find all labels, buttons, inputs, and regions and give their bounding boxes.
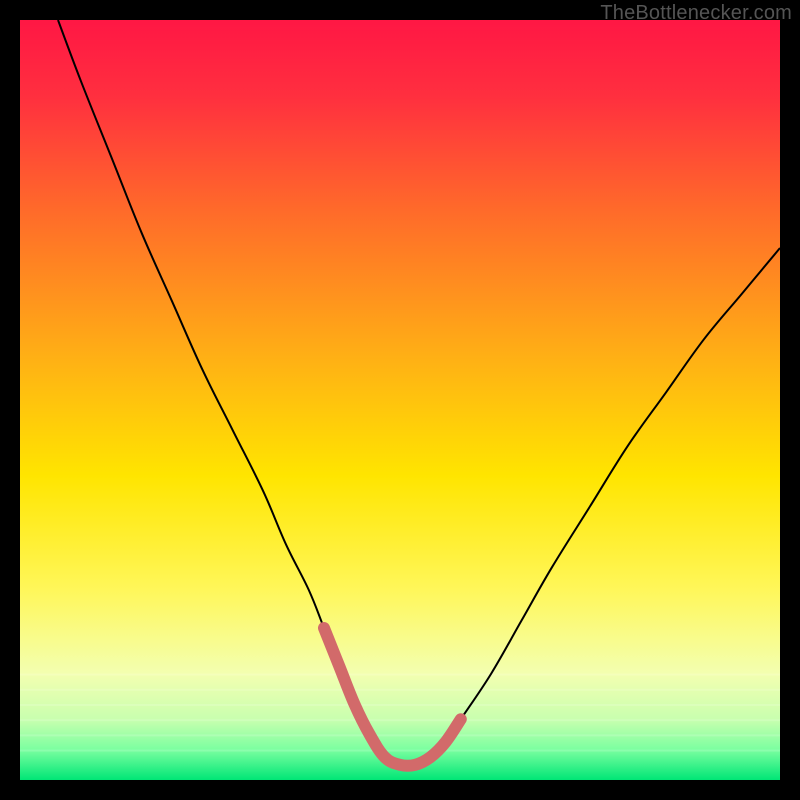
chart-svg — [20, 20, 780, 780]
band-line — [20, 734, 780, 736]
chart-stage: TheBottlenecker.com — [0, 0, 800, 800]
plot-area — [20, 20, 780, 780]
watermark-text: TheBottlenecker.com — [600, 2, 792, 25]
band-line — [20, 704, 780, 706]
gradient-background — [20, 20, 780, 780]
band-line — [20, 750, 780, 752]
band-line — [20, 689, 780, 691]
band-line — [20, 719, 780, 721]
band-line — [20, 674, 780, 676]
